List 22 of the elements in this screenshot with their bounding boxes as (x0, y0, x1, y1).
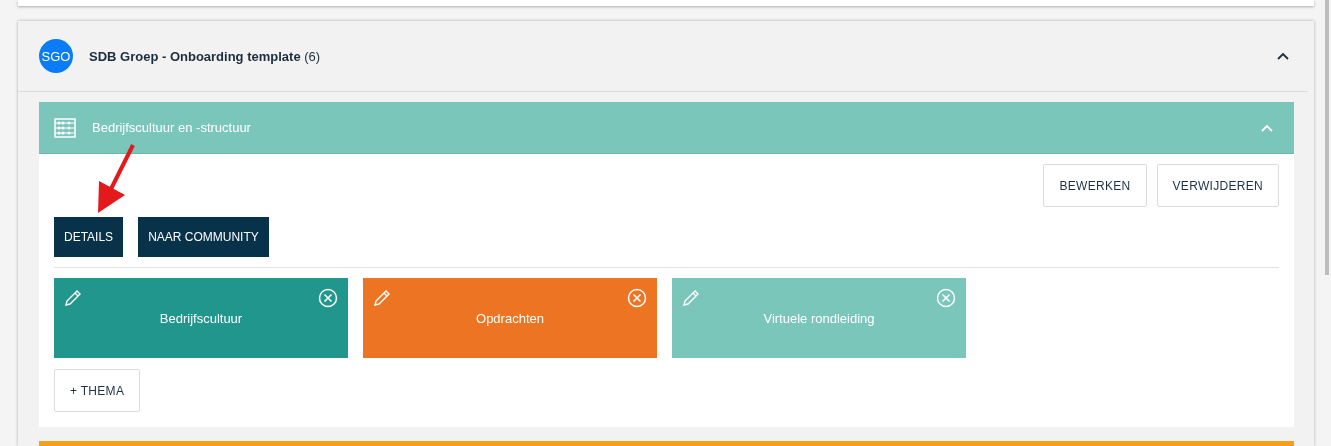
close-icon[interactable] (318, 288, 338, 308)
theme-title: Bedrijfscultuur (159, 310, 243, 326)
pencil-icon[interactable] (681, 288, 701, 308)
nav-button[interactable]: NAAR COMMUNITY (138, 217, 269, 257)
abacus-icon (54, 117, 76, 138)
action-button[interactable]: BEWERKEN (1043, 164, 1147, 207)
close-icon[interactable] (627, 288, 647, 308)
section-title: Bedrijfscultuur en -structuur (92, 120, 252, 135)
pencil-icon[interactable] (372, 288, 392, 308)
nav-button[interactable]: DETAILS (54, 217, 124, 257)
theme-tile[interactable]: Bedrijfscultuur (54, 278, 348, 358)
theme-title: Virtuele rondleiding (763, 310, 875, 326)
chevron-up-icon[interactable] (1276, 51, 1290, 61)
arrow-drawing (95, 143, 137, 215)
theme-title: Opdrachten (476, 310, 544, 326)
action-button[interactable]: VERWIJDEREN (1156, 164, 1279, 207)
add-theme-button[interactable]: + THEMA (54, 369, 141, 412)
group-title[interactable]: SDB Groep - Onboarding template (6) (89, 48, 1276, 64)
close-icon[interactable] (936, 288, 956, 308)
group-avatar: SGO (39, 39, 73, 73)
scrollbar[interactable] (1325, 0, 1329, 275)
pencil-icon[interactable] (63, 288, 83, 308)
